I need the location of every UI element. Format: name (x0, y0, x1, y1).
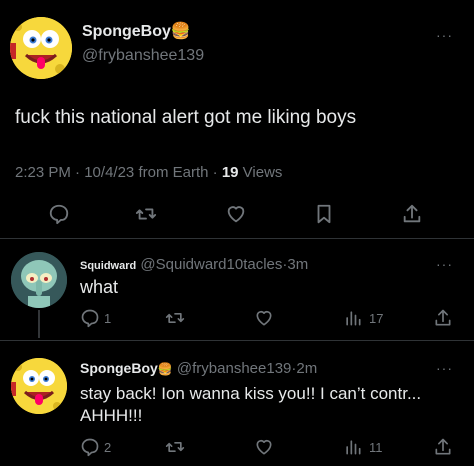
views-label: Views (242, 164, 283, 181)
burger-emoji-icon: 🍔 (170, 23, 191, 40)
divider (0, 238, 474, 239)
views-count: 17 (369, 310, 384, 326)
divider (0, 340, 474, 341)
retweet-icon[interactable] (135, 203, 157, 225)
tweet-text: fuck this national alert got me liking b… (15, 107, 357, 128)
reply-text-line-2: AHHH!!! (80, 406, 143, 425)
views-button[interactable]: 17 (343, 308, 383, 328)
display-name[interactable]: SpongeBoy🍔 (82, 21, 191, 41)
tweet-meta: 2:23 PM · 10/4/23 from Earth · 19 Views (15, 164, 282, 181)
reply-button[interactable]: 2 (80, 437, 111, 457)
reply-age[interactable]: 3m (287, 256, 308, 273)
reply-count: 2 (104, 439, 112, 455)
meta-separator: · (212, 164, 218, 181)
reply-icon[interactable] (80, 437, 100, 457)
handle[interactable]: @frybanshee139 (82, 47, 204, 65)
share-icon[interactable] (433, 308, 453, 328)
share-icon[interactable] (401, 203, 423, 225)
reply-count: 1 (104, 310, 112, 326)
reply-text-line-1: stay back! Ion wanna kiss you!! I can’t … (80, 384, 422, 403)
reply-header: SpongeBoy🍔 @frybanshee139·2m (80, 360, 317, 377)
meta-separator: · (75, 164, 81, 181)
bookmark-icon[interactable] (313, 203, 335, 225)
more-options-icon[interactable]: ··· (436, 27, 453, 43)
retweet-icon[interactable] (165, 308, 185, 328)
views-count: 19 (221, 164, 239, 181)
heart-icon[interactable] (225, 203, 247, 225)
more-options-icon[interactable]: ··· (436, 360, 453, 376)
reply-icon[interactable] (48, 203, 70, 225)
views-button[interactable]: 11 (343, 437, 383, 457)
avatar-spongeboy[interactable] (11, 358, 67, 414)
reply-text: what (80, 277, 119, 297)
reply-display-name[interactable]: SpongeBoy (80, 360, 158, 376)
tweet-source: from Earth (138, 164, 209, 181)
display-name-text[interactable]: SpongeBoy (82, 23, 171, 40)
reply-icon[interactable] (80, 308, 100, 328)
tweet-time[interactable]: 2:23 PM (15, 164, 71, 181)
reply-handle[interactable]: @frybanshee139 (177, 360, 291, 377)
avatar-squidward[interactable] (11, 252, 67, 308)
share-icon[interactable] (433, 437, 453, 457)
avatar-spongeboy[interactable] (10, 17, 72, 79)
heart-icon[interactable] (254, 437, 274, 457)
views-icon[interactable] (343, 308, 363, 328)
reply-button[interactable]: 1 (80, 308, 111, 328)
heart-icon[interactable] (254, 308, 274, 328)
burger-emoji-icon: 🍔 (157, 362, 173, 376)
reply-age[interactable]: 2m (296, 360, 317, 377)
thread-line (38, 310, 40, 338)
tweet-date[interactable]: 10/4/23 (84, 164, 134, 181)
views-icon[interactable] (343, 437, 363, 457)
retweet-icon[interactable] (165, 437, 185, 457)
reply-display-name[interactable]: Squidward (80, 260, 136, 272)
reply-header: Squidward @Squidward10tacles·3m (80, 256, 308, 273)
reply-handle[interactable]: @Squidward10tacles (140, 256, 282, 273)
views-count: 11 (369, 439, 383, 455)
more-options-icon[interactable]: ··· (436, 256, 453, 272)
